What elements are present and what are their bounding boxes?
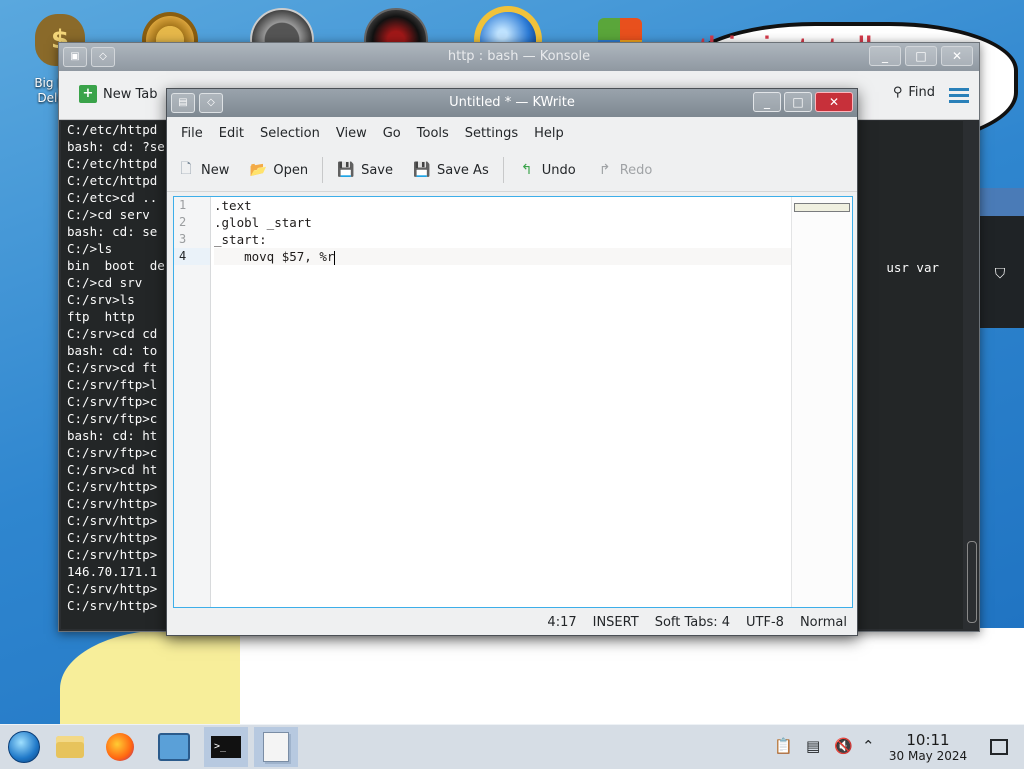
find-button[interactable]: ⚲ Find bbox=[893, 85, 935, 100]
kwrite-window[interactable]: ▤ ◇ Untitled * — KWrite _ □ ✕ File Edit … bbox=[166, 88, 858, 636]
volume-muted-icon[interactable]: 🔇 bbox=[834, 737, 853, 755]
hamburger-menu-icon[interactable] bbox=[949, 85, 969, 106]
close-button[interactable]: ✕ bbox=[815, 92, 853, 112]
save-button[interactable]: 💾 Save bbox=[337, 161, 393, 179]
menu-go[interactable]: Go bbox=[375, 126, 409, 141]
code-line: _start: bbox=[214, 232, 267, 247]
line-number: 1 bbox=[179, 198, 187, 212]
desktop-wallpaper-paper bbox=[240, 628, 1024, 728]
redo-button[interactable]: ↱ Redo bbox=[596, 161, 653, 179]
line-number: 2 bbox=[179, 215, 187, 229]
maximize-button[interactable]: □ bbox=[784, 92, 812, 112]
close-button[interactable]: ✕ bbox=[941, 46, 973, 66]
open-button[interactable]: 📂 Open bbox=[249, 161, 308, 179]
line-number: 3 bbox=[179, 232, 187, 246]
menu-edit[interactable]: Edit bbox=[211, 126, 252, 141]
text-editor[interactable]: 1 2 3 4 .text .globl _start _start: movq… bbox=[173, 196, 853, 608]
line-number-gutter: 1 2 3 4 bbox=[174, 197, 211, 607]
clipboard-icon[interactable]: 📋 bbox=[774, 737, 793, 755]
save-as-button[interactable]: 💾 Save As bbox=[413, 161, 488, 179]
menu-tools[interactable]: Tools bbox=[409, 126, 457, 141]
search-icon: ⚲ bbox=[892, 85, 903, 100]
toolbar-separator bbox=[322, 157, 324, 183]
new-tab-button[interactable]: + New Tab bbox=[79, 85, 158, 103]
terminal-icon: >_ bbox=[211, 736, 241, 758]
background-window-strip: ⛉ bbox=[976, 188, 1024, 328]
encoding-setting[interactable]: UTF-8 bbox=[746, 615, 784, 630]
show-desktop-icon[interactable] bbox=[990, 739, 1008, 755]
text-editor-icon bbox=[263, 732, 289, 762]
new-button[interactable]: 🗋 New bbox=[177, 161, 229, 179]
main-toolbar: 🗋 New 📂 Open 💾 Save 💾 Save As ↰ Undo ↱ R… bbox=[167, 149, 857, 192]
code-line: .text bbox=[214, 198, 252, 213]
status-bar: 4:17 INSERT Soft Tabs: 4 UTF-8 Normal bbox=[167, 609, 857, 635]
start-button[interactable] bbox=[2, 727, 46, 767]
konsole-title: http : bash — Konsole bbox=[447, 49, 591, 64]
taskbar: >_ 📋 ▤ 🔇 ⌃ 10:11 30 May 2024 bbox=[0, 724, 1024, 769]
terminal-line-fragment: usr var bbox=[886, 260, 939, 275]
taskbar-remote-desktop[interactable] bbox=[152, 727, 196, 767]
save-icon: 💾 bbox=[337, 162, 355, 178]
cursor-position[interactable]: 4:17 bbox=[547, 615, 576, 630]
clock-time: 10:11 bbox=[906, 731, 950, 749]
menu-selection[interactable]: Selection bbox=[252, 126, 328, 141]
maximize-button[interactable]: □ bbox=[905, 46, 937, 66]
clock-date: 30 May 2024 bbox=[888, 749, 968, 763]
chevron-up-icon[interactable]: ⌃ bbox=[862, 737, 875, 755]
minimap[interactable] bbox=[791, 197, 852, 607]
menubar: File Edit Selection View Go Tools Settin… bbox=[167, 117, 857, 149]
open-folder-icon: 📂 bbox=[249, 162, 268, 178]
text-cursor bbox=[334, 250, 336, 265]
indentation-setting[interactable]: Soft Tabs: 4 bbox=[655, 615, 730, 630]
code-line-current: movq $57, %r bbox=[214, 248, 792, 265]
taskbar-firefox[interactable] bbox=[98, 727, 142, 767]
taskbar-konsole[interactable]: >_ bbox=[204, 727, 248, 767]
menu-help[interactable]: Help bbox=[526, 126, 572, 141]
line-number-current: 4 bbox=[174, 248, 210, 265]
start-menu-icon bbox=[8, 731, 40, 763]
menu-file[interactable]: File bbox=[173, 126, 211, 141]
clock[interactable]: 10:11 30 May 2024 bbox=[888, 731, 968, 763]
taskbar-kwrite[interactable] bbox=[254, 727, 298, 767]
konsole-titlebar[interactable]: ▣ ◇ http : bash — Konsole _ □ ✕ bbox=[59, 43, 979, 71]
new-document-icon: 🗋 bbox=[180, 161, 192, 177]
minimize-button[interactable]: _ bbox=[753, 92, 781, 112]
storage-icon[interactable]: ▤ bbox=[806, 737, 820, 755]
minimize-button[interactable]: _ bbox=[869, 46, 901, 66]
code-line: .globl _start bbox=[214, 215, 312, 230]
undo-icon: ↰ bbox=[520, 162, 533, 178]
redo-icon: ↱ bbox=[598, 162, 611, 178]
menu-settings[interactable]: Settings bbox=[457, 126, 526, 141]
input-mode[interactable]: INSERT bbox=[593, 615, 639, 630]
remote-desktop-icon bbox=[158, 733, 190, 761]
desktop-wallpaper-doodle bbox=[60, 630, 240, 728]
code-area[interactable]: .text .globl _start _start: movq $57, %r bbox=[214, 197, 792, 265]
kwrite-titlebar[interactable]: ▤ ◇ Untitled * — KWrite _ □ ✕ bbox=[167, 89, 857, 117]
folder-icon bbox=[56, 736, 84, 758]
syntax-mode[interactable]: Normal bbox=[800, 615, 847, 630]
toolbar-separator bbox=[502, 157, 504, 183]
pocket-icon[interactable]: ⛉ bbox=[976, 266, 1024, 282]
new-tab-icon: + bbox=[79, 85, 97, 103]
terminal-scrollbar[interactable] bbox=[967, 143, 977, 625]
undo-button[interactable]: ↰ Undo bbox=[518, 161, 576, 179]
minimap-viewport[interactable] bbox=[794, 203, 850, 212]
firefox-icon bbox=[106, 733, 134, 761]
taskbar-file-manager[interactable] bbox=[48, 727, 92, 767]
menu-view[interactable]: View bbox=[328, 126, 375, 141]
save-as-icon: 💾 bbox=[413, 162, 431, 178]
